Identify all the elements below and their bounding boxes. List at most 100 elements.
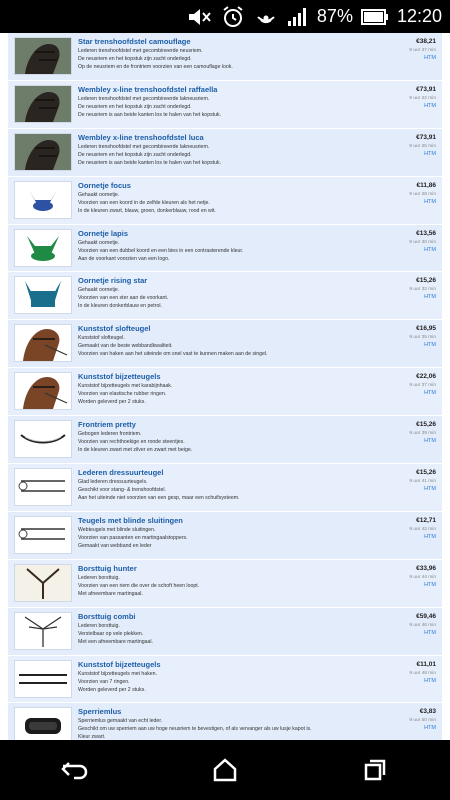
product-thumbnail[interactable] [14, 37, 72, 75]
product-meta: €11,86 9 uur 28 min HTM [376, 181, 436, 206]
product-link[interactable]: HTM [376, 102, 436, 110]
back-button[interactable] [45, 750, 105, 790]
product-description-line: Met afneembare martingaal. [78, 590, 143, 597]
product-title[interactable]: Oornetje lapis [78, 229, 378, 239]
product-link[interactable]: HTM [376, 341, 436, 349]
product-row[interactable]: Oornetje rising star Gehaakt oornetje. Voo… [8, 272, 442, 321]
product-info: Wembley x-line trenshoofdstel raffaella L… [78, 85, 378, 119]
product-thumbnail[interactable] [14, 276, 72, 315]
product-description-line: In de kleuren donkerblauw en petrol. [78, 303, 162, 310]
product-row[interactable]: Kunststof bijzetteugels Kunststof bijzett… [8, 655, 442, 704]
product-link[interactable]: HTM [376, 293, 436, 301]
product-row[interactable]: Kunststof bijzetteugels Kunststof bijzett… [8, 368, 442, 417]
product-info: Kunststof slofteugel Kunststof slofteugel… [78, 324, 378, 358]
product-thumbnail[interactable] [14, 420, 72, 459]
product-thumbnail[interactable] [14, 228, 72, 267]
product-title[interactable]: Kunststof bijzetteugels [78, 372, 378, 382]
product-info: Star trenshoofdstel camouflage Lederen tr… [78, 37, 378, 71]
product-row[interactable]: Oornetje lapis Gehaakt oornetje. Voorzien … [8, 224, 442, 273]
product-link[interactable]: HTM [376, 150, 436, 158]
product-description-line: Voorzien van een koord in de zelfde kleu… [78, 199, 210, 206]
product-description-line: Sperriemlus gemaakt van echt leder. [78, 718, 163, 725]
product-description-line: Gehaakt oornetje. [78, 239, 120, 246]
status-icons: 87% 12:20 [187, 0, 442, 33]
product-meta: €33,96 9 uur 44 min HTM [376, 564, 436, 589]
product-description-line: Geschikt voor stang- & trenshoofdstel. [78, 487, 166, 494]
product-description-line: Verstelbaar op vele plekken. [78, 630, 144, 637]
product-meta: €3,83 9 uur 50 min HTM [376, 707, 436, 732]
product-price: €12,71 [416, 516, 436, 524]
product-title[interactable]: Wembley x-line trenshoofdstel raffaella [78, 85, 378, 95]
product-description-line: Lederen trenshoofdstel met gecombineerde… [78, 143, 210, 150]
product-description-line: Gehaakt oornetje. [78, 191, 120, 198]
product-thumbnail[interactable] [14, 132, 72, 171]
product-thumbnail[interactable] [14, 659, 72, 698]
product-link[interactable]: HTM [376, 389, 436, 397]
product-meta: €15,26 9 uur 39 min HTM [376, 420, 436, 445]
product-thumbnail[interactable] [14, 180, 72, 219]
product-title[interactable]: Kunststof slofteugel [78, 324, 378, 334]
product-link[interactable]: HTM [376, 533, 436, 541]
product-row[interactable]: Wembley x-line trenshoofdstel raffaella L… [8, 80, 442, 129]
product-description-line: Voorzien van passanten en martingaalstop… [78, 534, 188, 541]
product-row[interactable]: Wembley x-line trenshoofdstel luca Ledere… [8, 128, 442, 177]
product-title[interactable]: Kunststof bijzetteugels [78, 660, 378, 670]
product-time: 9 uur 22 min [409, 95, 436, 101]
product-title[interactable]: Star trenshoofdstel camouflage [78, 37, 378, 47]
product-description-line: In de kleuren zwart met zilver en zwart … [78, 447, 193, 454]
product-description-line: Voorzien van een ster aan de voorkant. [78, 295, 169, 302]
product-thumbnail[interactable] [14, 468, 72, 507]
product-title[interactable]: Teugels met blinde sluitingen [78, 516, 378, 526]
product-row[interactable]: Borsttuig hunter Lederen borsttuig. Voorzi… [8, 559, 442, 608]
product-thumbnail[interactable] [14, 84, 72, 123]
product-row[interactable]: Lederen dressuurteugel Glad lederen dress… [8, 464, 442, 512]
product-description-line: Op de neusriem en de frontriem voorzien … [78, 64, 233, 70]
clock: 12:20 [396, 6, 442, 26]
product-description-line: Kunststof slofteugel. [78, 335, 125, 342]
product-link[interactable]: HTM [376, 485, 436, 493]
product-row[interactable]: Borsttuig combi Lederen borsttuig. Verstel… [8, 607, 442, 656]
status-bar: 87% 12:20 [0, 0, 450, 33]
product-thumbnail[interactable] [14, 563, 72, 602]
product-row[interactable]: Star trenshoofdstel camouflage Lederen tr… [8, 33, 442, 81]
product-description-line: Lederen borsttuig. [78, 574, 120, 581]
product-title[interactable]: Borsttuig hunter [78, 564, 378, 574]
product-thumbnail[interactable] [14, 372, 72, 411]
product-link[interactable]: HTM [376, 437, 436, 445]
recent-apps-button[interactable] [345, 750, 405, 790]
hotspot-icon [257, 15, 275, 23]
product-thumbnail[interactable] [14, 611, 72, 650]
product-title[interactable]: Oornetje focus [78, 181, 378, 191]
product-row[interactable]: Kunststof slofteugel Kunststof slofteugel… [8, 320, 442, 369]
product-title[interactable]: Lederen dressuurteugel [78, 468, 378, 478]
product-info: Borsttuig hunter Lederen borsttuig. Voorzi… [78, 564, 378, 598]
product-link[interactable]: HTM [376, 198, 436, 206]
product-link[interactable]: HTM [376, 677, 436, 685]
product-title[interactable]: Sperriemlus [78, 707, 378, 717]
product-row[interactable]: Sperriemlus Sperriemlus gemaakt van echt … [8, 703, 442, 740]
product-thumbnail[interactable] [14, 707, 72, 740]
product-link[interactable]: HTM [376, 629, 436, 637]
product-thumbnail[interactable] [14, 324, 72, 363]
product-meta: €16,95 9 uur 35 min HTM [376, 324, 436, 349]
product-title[interactable]: Oornetje rising star [78, 276, 378, 286]
product-link[interactable]: HTM [376, 724, 436, 732]
product-price: €59,46 [416, 612, 436, 620]
product-row[interactable]: Frontriem pretty Gebogen lederen frontrie… [8, 416, 442, 465]
product-info: Kunststof bijzetteugels Kunststof bijzett… [78, 372, 378, 406]
product-row[interactable]: Oornetje focus Gehaakt oornetje. Voorzien … [8, 176, 442, 225]
product-title[interactable]: Wembley x-line trenshoofdstel luca [78, 133, 378, 143]
product-title[interactable]: Frontriem pretty [78, 420, 378, 430]
product-info: Borsttuig combi Lederen borsttuig. Verstel… [78, 612, 378, 646]
product-thumbnail[interactable] [14, 515, 72, 554]
product-description-line: De neusriem en het kopstuk zijn zacht on… [78, 103, 192, 110]
product-link[interactable]: HTM [376, 246, 436, 254]
product-link[interactable]: HTM [376, 581, 436, 589]
product-row[interactable]: Teugels met blinde sluitingen Webteugels … [8, 511, 442, 560]
home-button[interactable] [195, 750, 255, 790]
product-link[interactable]: HTM [376, 54, 436, 62]
product-title[interactable]: Borsttuig combi [78, 612, 378, 622]
product-description-line: Voorzien van haken aan het uiteinde om s… [78, 351, 268, 358]
product-meta: €73,91 9 uur 22 min HTM [376, 85, 436, 110]
product-meta: €73,91 9 uur 25 min HTM [376, 133, 436, 158]
